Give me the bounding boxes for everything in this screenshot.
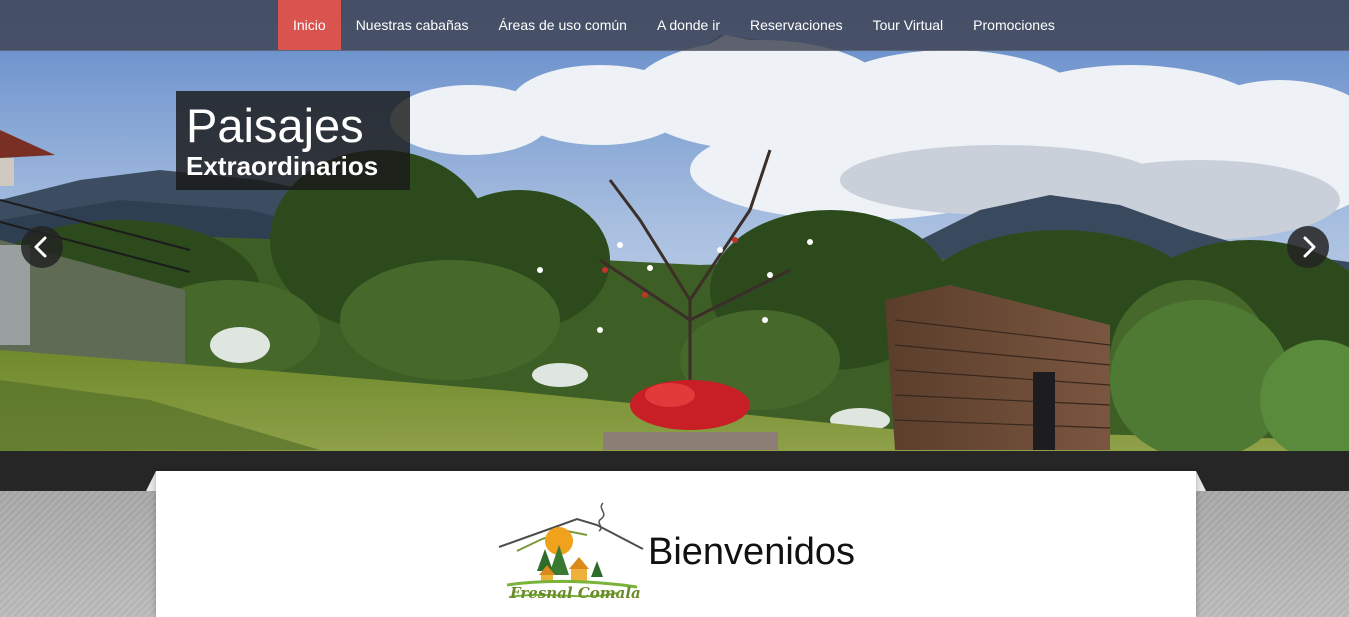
nav-item-tour-virtual[interactable]: Tour Virtual xyxy=(858,0,959,50)
chevron-right-icon xyxy=(1303,236,1316,258)
main-navigation: Inicio Nuestras cabañas Áreas de uso com… xyxy=(0,0,1349,51)
nav-item-areas-uso-comun[interactable]: Áreas de uso común xyxy=(484,0,642,50)
hero-carousel: Inicio Nuestras cabañas Áreas de uso com… xyxy=(0,0,1349,451)
nav-item-promociones[interactable]: Promociones xyxy=(958,0,1070,50)
hero-slide-image xyxy=(0,0,1349,451)
logo-wordmark: Fresnal Comala xyxy=(510,584,641,602)
slide-caption-title: Paisajes xyxy=(186,99,364,152)
panel-ribbon-left xyxy=(146,471,156,491)
slide-caption: Paisajes Extraordinarios xyxy=(176,91,410,190)
nav-item-a-donde-ir[interactable]: A donde ir xyxy=(642,0,735,50)
nav-item-nuestras-cabanas[interactable]: Nuestras cabañas xyxy=(341,0,484,50)
welcome-panel: Fresnal Comala Bienvenidos xyxy=(156,471,1196,617)
chevron-left-icon xyxy=(34,236,47,258)
carousel-next-button[interactable] xyxy=(1287,226,1329,268)
nav-item-reservaciones[interactable]: Reservaciones xyxy=(735,0,858,50)
panel-ribbon-right xyxy=(1196,471,1206,491)
slide-caption-subtitle: Extraordinarios xyxy=(186,151,379,181)
carousel-prev-button[interactable] xyxy=(21,226,63,268)
nav-item-inicio[interactable]: Inicio xyxy=(278,0,341,50)
welcome-heading: Bienvenidos xyxy=(648,531,856,573)
